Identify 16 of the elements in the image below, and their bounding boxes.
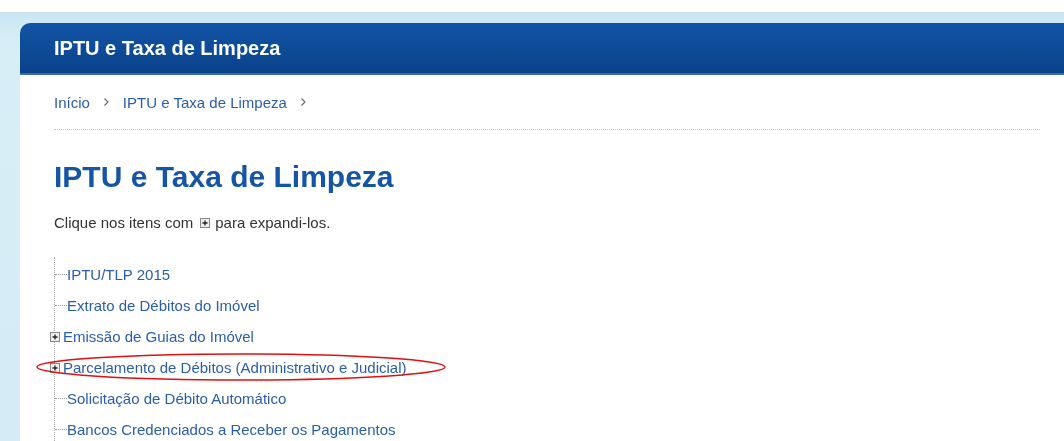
tree-link[interactable]: Solicitação de Débito Automático <box>67 390 287 407</box>
chevron-icon <box>103 98 109 106</box>
instruction-text: para expandi-los. <box>215 214 331 231</box>
tree-link[interactable]: Emissão de Guias do Imóvel <box>63 328 254 345</box>
tree-link[interactable]: Extrato de Débitos do Imóvel <box>67 297 260 314</box>
tree-link[interactable]: Bancos Credenciados a Receber os Pagamentos <box>67 421 396 438</box>
instruction-text: Clique nos itens com <box>54 214 194 231</box>
breadcrumb-link[interactable]: IPTU e Taxa de Limpeza <box>122 93 287 111</box>
chevron-icon <box>300 98 306 106</box>
header-title: IPTU e Taxa de Limpeza <box>54 36 281 60</box>
page-title: IPTU e Taxa de Limpeza <box>54 160 395 194</box>
expand-icon[interactable] <box>50 331 60 342</box>
expand-icon[interactable] <box>50 362 60 373</box>
expand-icon[interactable] <box>200 217 211 228</box>
tree-link[interactable]: IPTU/TLP 2015 <box>67 266 171 283</box>
breadcrumb-link[interactable]: Início <box>54 93 90 111</box>
